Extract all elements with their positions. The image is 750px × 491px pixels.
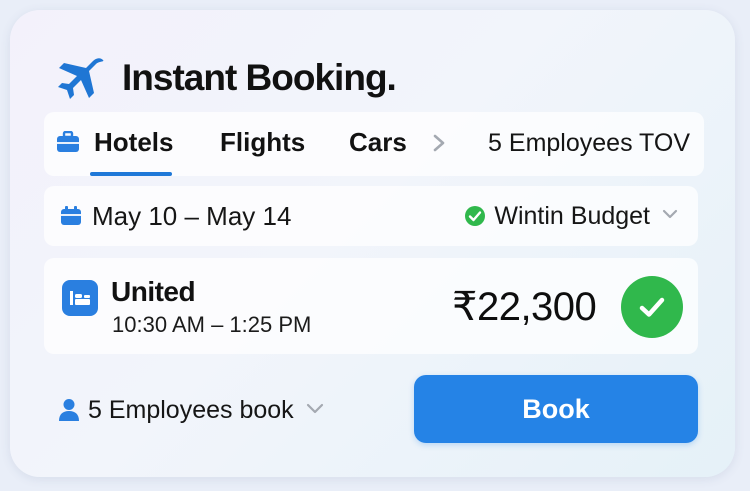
employees-label: 5 Employees book — [88, 395, 294, 424]
chevron-down-icon — [306, 401, 324, 419]
page-title: Instant Booking. — [122, 57, 397, 98]
header: Instant Booking. — [56, 56, 397, 100]
booking-card: Instant Booking. Hotels Flights Cars 5 E… — [10, 10, 735, 477]
tab-hotels[interactable]: Hotels — [56, 126, 173, 158]
airline-icon — [62, 280, 98, 316]
chevron-down-icon — [662, 207, 678, 225]
chevron-right-icon[interactable] — [428, 132, 450, 154]
airline-name: United — [111, 276, 196, 307]
active-tab-indicator — [90, 172, 172, 176]
date-range[interactable]: May 10 – May 14 — [92, 200, 291, 232]
book-button[interactable]: Book — [414, 375, 698, 443]
briefcase-icon — [56, 131, 80, 153]
checkmark-icon — [639, 297, 665, 317]
person-icon — [58, 398, 80, 422]
employees-tov-tab[interactable]: 5 Employees TOV — [488, 127, 690, 159]
tab-label: Hotels — [94, 127, 174, 157]
calendar-icon — [60, 206, 82, 231]
tab-cars[interactable]: Cars — [349, 126, 407, 158]
date-budget-row: May 10 – May 14 Wintin Budget — [44, 186, 698, 246]
confirm-check-button[interactable] — [621, 276, 683, 338]
flight-option[interactable]: United 10:30 AM – 1:25 PM ₹22,300 — [44, 258, 698, 354]
airplane-icon — [56, 56, 108, 100]
flight-time: 10:30 AM – 1:25 PM — [112, 312, 312, 337]
flight-price: ₹22,300 — [452, 285, 597, 329]
check-circle-icon — [464, 205, 486, 227]
budget-selector[interactable]: Wintin Budget — [464, 200, 678, 232]
employees-selector[interactable]: 5 Employees book — [58, 394, 324, 426]
tab-flights[interactable]: Flights — [220, 126, 305, 158]
tab-bar: Hotels Flights Cars 5 Employees TOV — [44, 112, 704, 176]
budget-label: Wintin Budget — [494, 201, 650, 230]
